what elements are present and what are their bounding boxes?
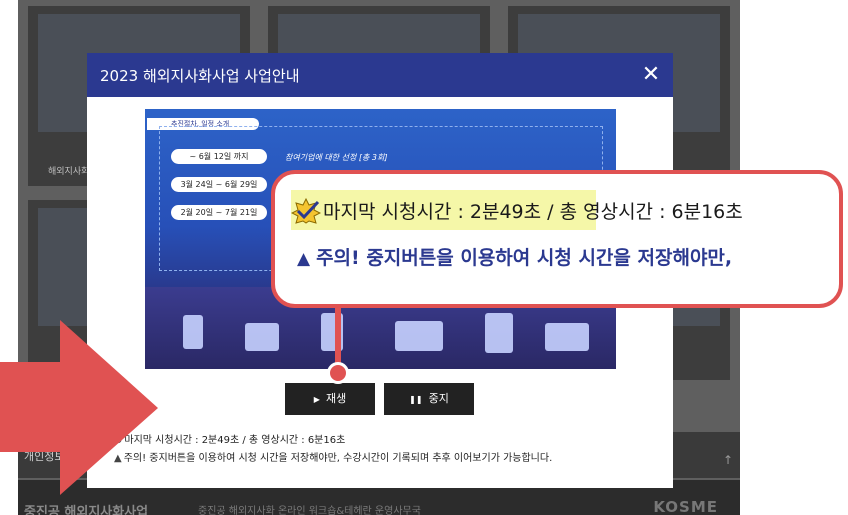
schedule-period: 3월 24일 ~ 6월 29일 — [171, 177, 267, 192]
annotation-connector — [335, 306, 341, 366]
callout-warning-line: ▲ 주의! 중지버튼을 이용하여 시청 시간을 저장해야만, — [297, 243, 732, 270]
callout-warning-text: 주의! 중지버튼을 이용하여 시청 시간을 저장해야만, — [316, 247, 733, 269]
illustration-figure — [183, 315, 203, 349]
callout-watch-text: 마지막 시청시간 : 2분49초 / 총 영상시간 : 6분16초 — [323, 201, 743, 223]
play-icon: ▶ — [313, 395, 320, 404]
footer-brand: 중진공 해외지사화사업 — [24, 505, 149, 515]
footer-info: 중진공 해외지사화 온라인 워크숍&테헤란 운영사무국 — [198, 506, 421, 515]
warning-info: ▲ 주의! 중지버튼을 이용하여 시청 시간을 저장해야만, 수강시간이 기록되며… — [114, 449, 552, 464]
schedule-note: 참여기업에 대한 선정 [총 3회] — [285, 153, 388, 162]
annotation-dot — [327, 362, 349, 384]
schedule-period: ~ 6월 12일 까지 — [171, 149, 267, 164]
pause-icon: ❚❚ — [409, 395, 423, 404]
warning-text: 주의! 중지버튼을 이용하여 시청 시간을 저장해야만, 수강시간이 기록되며 … — [123, 453, 553, 464]
play-button-label: 재생 — [325, 392, 347, 405]
screen: 해외지사화사 개인정보처 ↑ 중진공 해외지사화사업 중진공 해외지사화 온라인… — [0, 0, 848, 515]
stop-button[interactable]: ❚❚ 중지 — [384, 383, 474, 415]
illustration-figure — [245, 323, 279, 351]
modal-header: 2023 해외지사화사업 사업안내 ✕ — [87, 53, 673, 97]
warning-icon: ▲ — [297, 249, 311, 269]
close-icon[interactable]: ✕ — [635, 59, 667, 91]
illustration-figure — [485, 313, 513, 353]
stop-button-label: 중지 — [428, 392, 449, 405]
check-badge-icon — [291, 198, 321, 224]
annotation-arrow-icon — [0, 320, 158, 495]
play-button[interactable]: ▶ 재생 — [285, 383, 375, 415]
modal-title: 2023 해외지사화사업 사업안내 — [100, 67, 300, 85]
illustration-figure — [395, 321, 443, 351]
zoom-callout: 마지막 시청시간 : 2분49초 / 총 영상시간 : 6분16초 ▲ 주의! 중… — [271, 170, 843, 308]
schedule-period: 2월 20일 ~ 7월 21일 — [171, 205, 267, 220]
footer-logo: KOSME — [653, 498, 718, 515]
arrow-up-icon[interactable]: ↑ — [716, 448, 740, 472]
illustration-figure — [545, 323, 589, 351]
